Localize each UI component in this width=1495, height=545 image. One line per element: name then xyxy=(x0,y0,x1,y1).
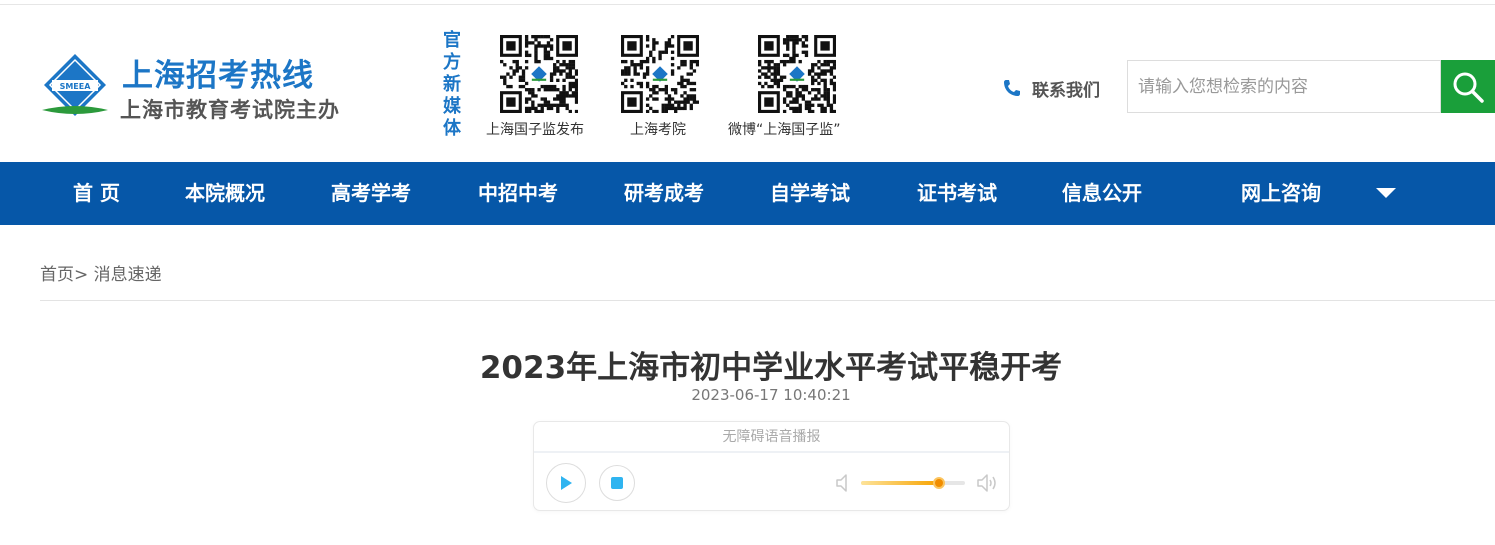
breadcrumb-divider xyxy=(40,300,1495,301)
nav-item-zhongkao[interactable]: 中招中考 xyxy=(478,162,558,225)
site-logo[interactable]: SMEEA 上海招考热线 上海市教育考试院主办 xyxy=(40,48,339,124)
nav-item-yankao[interactable]: 研考成考 xyxy=(624,162,704,225)
search-input[interactable] xyxy=(1127,60,1441,113)
official-media-label: 官 方 新 媒 体 xyxy=(443,30,461,139)
volume-slider-handle[interactable] xyxy=(933,477,945,489)
qrcode-exam-institute[interactable] xyxy=(621,35,699,113)
main-nav: 首 页 本院概况 高考学考 中招中考 研考成考 自学考试 证书考试 信息公开 网… xyxy=(0,162,1495,225)
qrcode-caption-exam-institute: 上海考院 xyxy=(630,122,686,138)
volume-slider-fill xyxy=(861,481,939,485)
breadcrumb-home[interactable]: 首页 xyxy=(40,265,74,285)
play-button[interactable] xyxy=(546,463,586,503)
search-icon xyxy=(1453,72,1484,103)
volume-low-icon[interactable] xyxy=(834,472,854,494)
qrcode-caption-weibo: 微博“上海国子监” xyxy=(728,122,841,138)
nav-item-self-study[interactable]: 自学考试 xyxy=(770,162,850,225)
article-date: 2023-06-17 10:40:21 xyxy=(691,386,851,404)
site-title: 上海招考热线 xyxy=(122,58,314,94)
nav-item-gaokao[interactable]: 高考学考 xyxy=(331,162,411,225)
stop-button[interactable] xyxy=(599,465,635,501)
smeea-emblem-icon: SMEEA xyxy=(42,54,108,116)
site-subtitle: 上海市教育考试院主办 xyxy=(120,97,340,122)
nav-item-info-public[interactable]: 信息公开 xyxy=(1062,162,1142,225)
nav-item-home[interactable]: 首 页 xyxy=(73,162,120,225)
volume-slider[interactable] xyxy=(861,477,965,489)
article-title: 2023年上海市初中学业水平考试平稳开考 xyxy=(479,350,1063,386)
player-header: 无障碍语音播报 xyxy=(534,422,1009,453)
top-border xyxy=(0,0,1495,5)
nav-item-certificate[interactable]: 证书考试 xyxy=(917,162,997,225)
qrcode-caption-gzj-release: 上海国子监发布 xyxy=(486,122,584,138)
qrcode-weibo[interactable] xyxy=(758,35,836,113)
contact-us-label: 联系我们 xyxy=(1032,80,1100,101)
nav-item-about[interactable]: 本院概况 xyxy=(185,162,265,225)
accessible-audio-player: 无障碍语音播报 xyxy=(533,421,1010,511)
svg-text:SMEEA: SMEEA xyxy=(60,82,92,91)
stop-icon xyxy=(611,477,623,489)
volume-high-icon[interactable] xyxy=(975,472,999,494)
qrcode-gzj-release[interactable] xyxy=(500,35,578,113)
phone-icon xyxy=(1004,80,1020,96)
contact-us-link[interactable]: 联系我们 xyxy=(1002,76,1100,101)
breadcrumb-separator: > xyxy=(74,265,89,285)
breadcrumb-current: 消息速递 xyxy=(88,265,162,285)
nav-item-consult[interactable]: 网上咨询 xyxy=(1241,162,1321,225)
search-button[interactable] xyxy=(1441,60,1495,113)
play-icon xyxy=(561,476,572,490)
nav-expand-caret-icon[interactable] xyxy=(1376,188,1396,198)
breadcrumb: 首页> 消息速递 xyxy=(40,260,162,285)
